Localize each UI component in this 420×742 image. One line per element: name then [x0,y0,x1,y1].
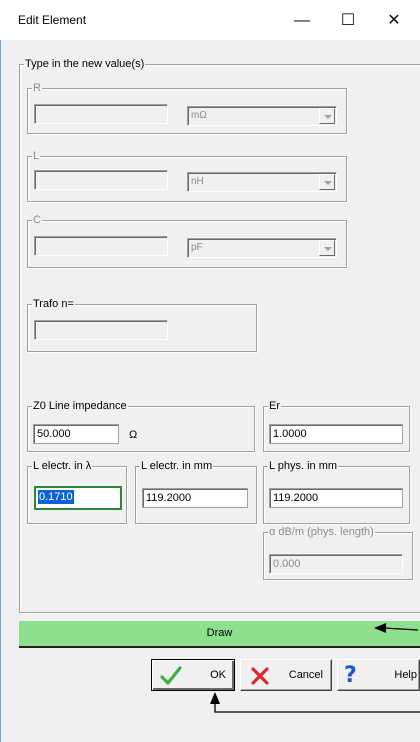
r-legend: R [33,82,41,94]
maximize-button[interactable]: ☐ [328,8,368,34]
close-button[interactable]: ✕ [374,8,414,34]
l-electr-mm-field[interactable]: 119.2000 [142,488,248,508]
alpha-value-field[interactable]: 0.000 [269,554,403,574]
l-electr-mm-legend: L electr. in mm [141,460,213,472]
alpha-legend: α dB/m (phys. length) [269,526,374,538]
checkmark-icon [160,666,182,685]
cancel-label: Cancel [288,669,323,681]
l-electr-lambda-field[interactable]: 0.1710 [34,486,122,510]
er-legend: Er [269,400,280,412]
trafo-value-field[interactable] [34,320,168,340]
chevron-down-icon[interactable] [319,240,335,256]
l-phys-mm-field[interactable]: 119.2000 [269,488,403,508]
chevron-down-icon[interactable] [319,108,335,124]
question-mark-icon: ? [344,663,357,688]
l-unit-select[interactable]: nH [187,172,337,192]
title-bar: Edit Element — ☐ ✕ [0,0,420,40]
help-button[interactable]: ? Help [337,659,420,691]
window-border [0,40,1,742]
c-legend: C [33,214,41,226]
c-unit-value: pF [191,242,203,253]
draw-button[interactable]: Draw [19,621,420,648]
ok-pointer-arrow [214,698,420,713]
window-title: Edit Element [18,13,87,27]
r-value-field[interactable] [34,104,168,124]
r-unit-select[interactable]: mΩ [187,106,337,126]
er-value-field[interactable]: 1.0000 [269,424,403,444]
l-electr-lambda-legend: L electr. in λ [33,460,92,472]
l-legend: L [33,150,40,162]
ok-button[interactable]: OK [151,659,235,691]
c-value-field[interactable] [34,236,168,256]
cross-icon [251,667,269,685]
ok-label: OK [210,669,226,681]
new-values-legend: Type in the new value(s) [25,58,145,70]
cancel-button[interactable]: Cancel [240,659,332,691]
z0-value-field[interactable]: 50.000 [33,424,119,444]
trafo-legend: Trafo n= [33,298,74,310]
l-unit-value: nH [191,176,204,187]
help-label: Help [394,669,417,681]
z0-legend: Z0 Line impedance [33,400,127,412]
l-electr-lambda-value: 0.1710 [38,490,74,504]
l-value-field[interactable] [34,170,168,190]
z0-unit-label: Ω [129,429,138,441]
ok-pointer-arrowhead [210,692,220,704]
chevron-down-icon[interactable] [319,174,335,190]
r-unit-value: mΩ [191,110,207,121]
minimize-button[interactable]: — [282,8,322,34]
l-phys-mm-legend: L phys. in mm [269,460,338,472]
c-unit-select[interactable]: pF [187,238,337,258]
